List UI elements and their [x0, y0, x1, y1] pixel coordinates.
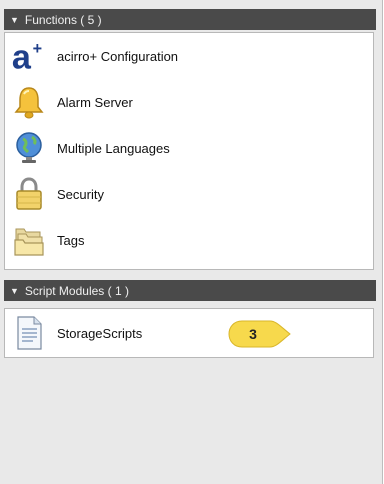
- list-item-multiple-languages[interactable]: Multiple Languages: [5, 125, 373, 171]
- list-item-alarm-server[interactable]: Alarm Server: [5, 79, 373, 125]
- folder-stack-icon: [11, 222, 47, 258]
- globe-icon: [11, 130, 47, 166]
- script-modules-list: StorageScripts: [4, 308, 374, 358]
- list-item-tags[interactable]: Tags: [5, 217, 373, 263]
- bell-icon: [11, 84, 47, 120]
- script-modules-header[interactable]: ▼ Script Modules ( 1 ): [4, 280, 376, 301]
- list-item-storagescripts[interactable]: StorageScripts: [5, 309, 373, 357]
- collapse-triangle-icon[interactable]: ▼: [10, 15, 19, 25]
- item-label: acirro+ Configuration: [57, 48, 179, 64]
- functions-header[interactable]: ▼ Functions ( 5 ): [4, 9, 376, 30]
- item-label: Security: [57, 186, 104, 202]
- item-label: Multiple Languages: [57, 140, 170, 156]
- list-item-acirro-configuration[interactable]: a + acirro+ Configuration: [5, 33, 373, 79]
- functions-header-label: Functions ( 5 ): [24, 12, 102, 27]
- svg-text:+: +: [33, 40, 42, 58]
- module-panel: ▼ Functions ( 5 ) a + acirro+ Configurat…: [0, 0, 383, 484]
- functions-list: a + acirro+ Configuration Alarm Server M…: [4, 32, 374, 270]
- list-item-security[interactable]: Security: [5, 171, 373, 217]
- callout-badge: 3: [228, 320, 292, 348]
- collapse-triangle-icon[interactable]: ▼: [10, 286, 19, 296]
- svg-text:a: a: [12, 39, 32, 74]
- item-label: Alarm Server: [57, 94, 133, 110]
- script-modules-header-label: Script Modules ( 1 ): [24, 283, 129, 298]
- document-icon: [11, 315, 47, 351]
- acirro-logo-icon: a +: [11, 38, 47, 74]
- callout-number: 3: [249, 326, 257, 342]
- padlock-icon: [11, 176, 47, 212]
- item-label: Tags: [57, 232, 85, 248]
- item-label: StorageScripts: [57, 325, 143, 341]
